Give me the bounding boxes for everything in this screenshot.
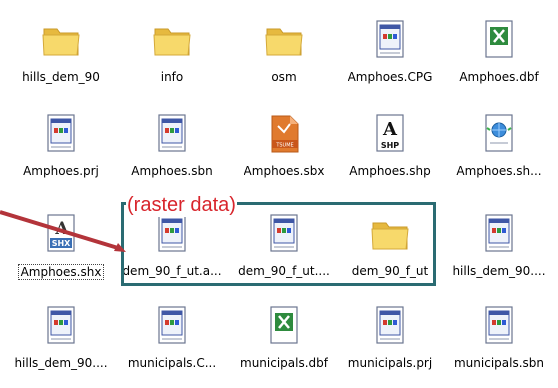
file-item[interactable]: municipals.C... xyxy=(118,304,226,378)
file-item[interactable]: municipals.dbf xyxy=(230,304,338,378)
file-label: municipals.sbn xyxy=(453,356,544,370)
file-label: hills_dem_90.... xyxy=(14,356,108,370)
file-item[interactable]: municipals.sbn xyxy=(445,304,553,378)
file-item[interactable]: TSUME Amphoes.sbx xyxy=(230,112,338,186)
file-label: Amphoes.prj xyxy=(23,164,99,178)
file-item[interactable]: hills_dem_90 xyxy=(7,18,115,92)
file-item[interactable]: Amphoes.prj xyxy=(7,112,115,186)
file-label: Amphoes.sh... xyxy=(456,164,542,178)
file-item[interactable]: municipals.prj xyxy=(336,304,444,378)
file-item[interactable]: Amphoes.CPG xyxy=(336,18,444,92)
file-label: info xyxy=(160,70,184,84)
file-label: municipals.dbf xyxy=(240,356,328,370)
file-label: Amphoes.CPG xyxy=(347,70,433,84)
file-item[interactable]: A SHP Amphoes.shp xyxy=(336,112,444,186)
file-item[interactable]: Amphoes.sh... xyxy=(445,112,553,186)
file-label: osm xyxy=(271,70,297,84)
file-item[interactable]: info xyxy=(118,18,226,92)
excel-icon xyxy=(262,304,306,348)
web-document-icon xyxy=(477,112,521,156)
file-item[interactable]: osm xyxy=(230,18,338,92)
document-app-icon xyxy=(150,304,194,348)
shp-icon: A SHP xyxy=(376,114,404,152)
file-item[interactable]: hills_dem_90.... xyxy=(7,304,115,378)
shp-icon-text: SHP xyxy=(381,141,399,150)
file-item[interactable]: hills_dem_90.... xyxy=(445,212,553,286)
tsume-icon: TSUME xyxy=(262,112,306,156)
file-label: Amphoes.shp xyxy=(349,164,431,178)
folder-icon xyxy=(150,18,194,62)
document-app-icon xyxy=(477,304,521,348)
file-label: hills_dem_90.... xyxy=(452,264,546,278)
file-label: hills_dem_90 xyxy=(22,70,100,84)
document-app-icon xyxy=(477,212,521,256)
file-label: municipals.C... xyxy=(127,356,217,370)
file-label: Amphoes.sbn xyxy=(131,164,213,178)
document-app-icon xyxy=(150,112,194,156)
file-label: Amphoes.dbf xyxy=(459,70,539,84)
document-app-icon xyxy=(368,304,412,348)
file-label: Amphoes.sbx xyxy=(243,164,325,178)
file-item[interactable]: Amphoes.dbf xyxy=(445,18,553,92)
file-label: municipals.prj xyxy=(347,356,433,370)
annotation-arrow-icon xyxy=(0,210,126,252)
annotation-text: (raster data) xyxy=(126,193,237,217)
document-app-icon xyxy=(39,112,83,156)
document-app-icon xyxy=(368,18,412,62)
folder-icon xyxy=(262,18,306,62)
tsume-icon-text: TSUME xyxy=(275,143,293,149)
shp-glyph: A xyxy=(382,119,398,140)
excel-icon xyxy=(477,18,521,62)
document-app-icon xyxy=(39,304,83,348)
folder-icon xyxy=(39,18,83,62)
file-item[interactable]: Amphoes.sbn xyxy=(118,112,226,186)
file-label: Amphoes.shx xyxy=(17,264,105,280)
